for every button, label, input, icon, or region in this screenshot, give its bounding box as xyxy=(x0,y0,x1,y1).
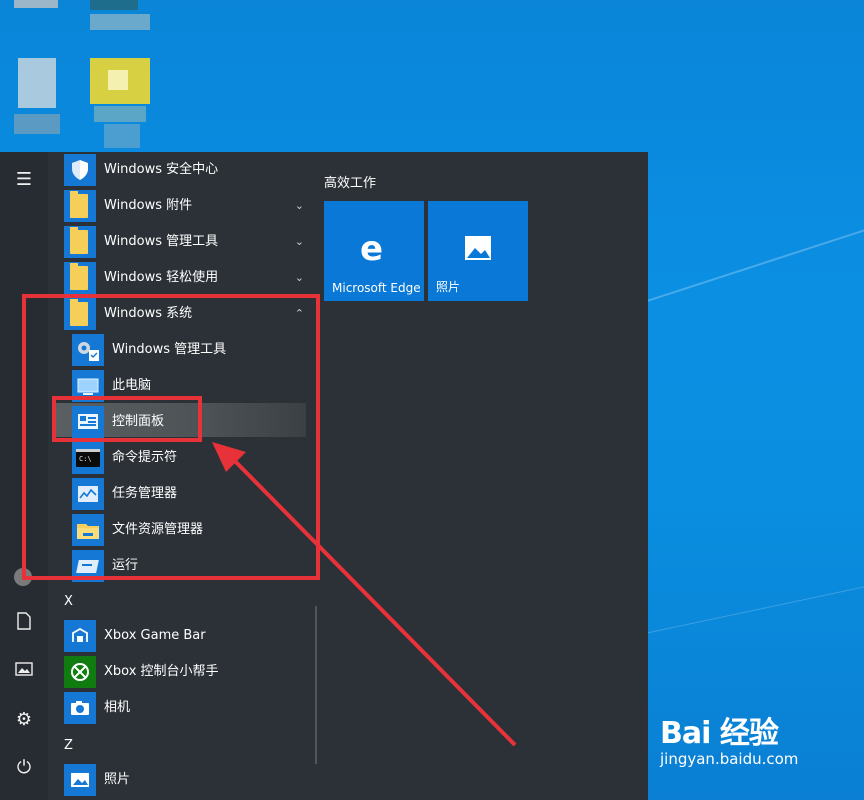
watermark-brand: Bai 经验 xyxy=(660,716,779,751)
annotation-arrow xyxy=(212,442,517,747)
baidu-watermark: Bai 经验 jingyan.baidu.com xyxy=(660,708,798,768)
watermark-url: jingyan.baidu.com xyxy=(660,750,799,768)
